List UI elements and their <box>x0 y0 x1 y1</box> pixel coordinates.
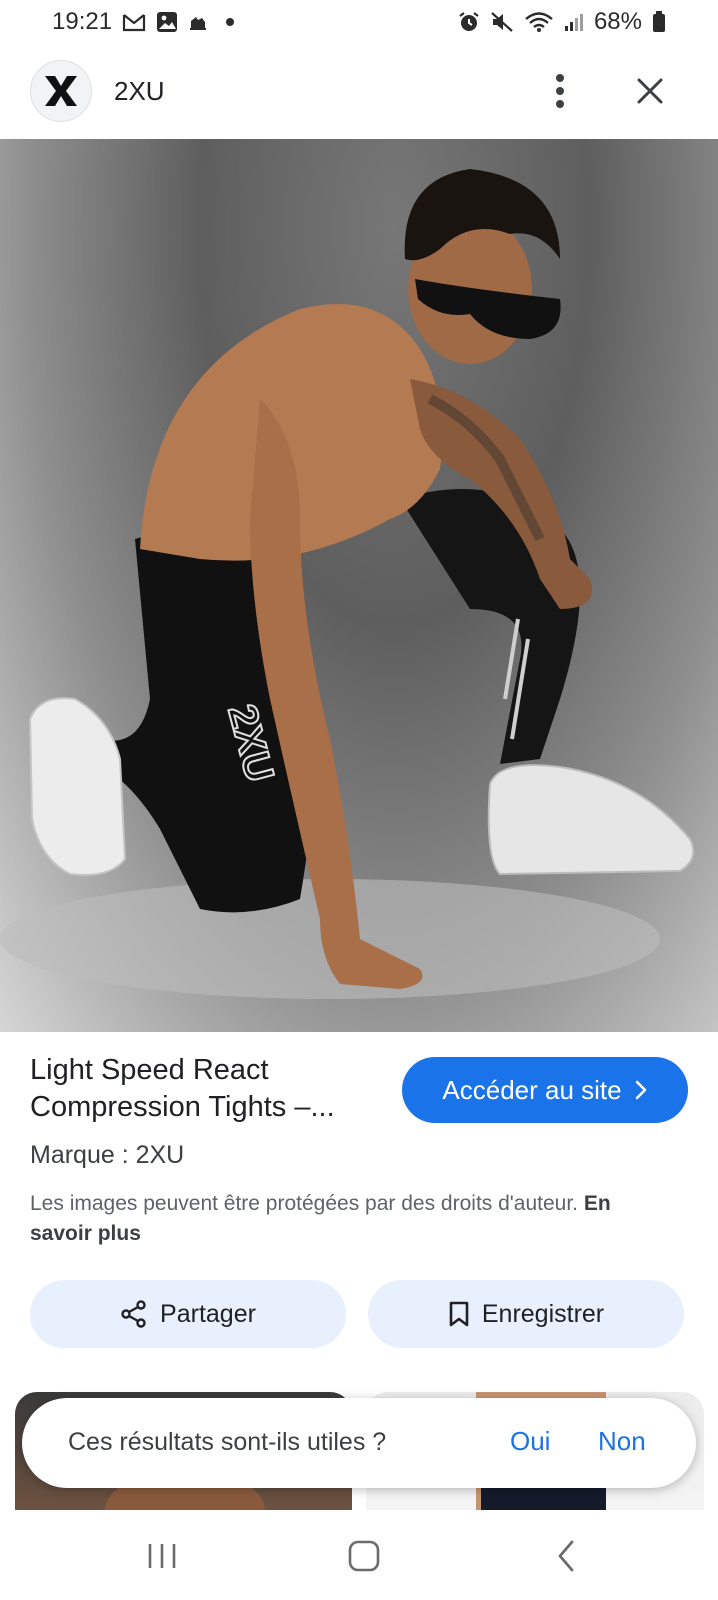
mute-icon <box>490 11 514 33</box>
more-options-button[interactable] <box>540 68 580 114</box>
notification-dot <box>226 18 235 26</box>
gallery-icon <box>156 11 178 33</box>
wifi-icon <box>524 11 554 33</box>
home-icon <box>348 1540 380 1572</box>
clock: 19:21 <box>52 8 113 35</box>
visit-site-label: Accéder au site <box>442 1074 622 1105</box>
site-logo[interactable] <box>30 60 92 122</box>
more-vert-icon <box>556 74 564 108</box>
visit-site-button[interactable]: Accéder au site <box>402 1057 688 1123</box>
bookmark-icon <box>449 1301 469 1327</box>
alarm-icon <box>458 11 480 33</box>
chevron-right-icon <box>635 1080 646 1100</box>
site-name[interactable]: 2XU <box>114 76 165 107</box>
athlete-illustration: 2XU <box>0 169 695 999</box>
x-logo-icon <box>45 76 77 106</box>
status-bar: 19:21 68% <box>0 0 718 44</box>
home-button[interactable] <box>334 1534 394 1578</box>
close-button[interactable] <box>626 68 674 114</box>
battery-icon <box>652 11 666 33</box>
feedback-question: Ces résultats sont-ils utiles ? <box>68 1428 387 1456</box>
share-label: Partager <box>160 1299 256 1328</box>
system-nav-bar <box>0 1510 718 1600</box>
copyright-text: Les images peuvent être protégées par de… <box>30 1192 579 1215</box>
recent-apps-button[interactable] <box>132 1534 192 1578</box>
save-label: Enregistrer <box>481 1299 605 1328</box>
back-button[interactable] <box>536 1534 596 1578</box>
share-button[interactable]: Partager <box>30 1280 346 1348</box>
status-left: 19:21 <box>52 8 235 36</box>
brand-label: Marque : 2XU <box>30 1141 185 1169</box>
app-icon <box>188 12 208 32</box>
feedback-yes-button[interactable]: Oui <box>504 1422 556 1461</box>
close-icon <box>637 78 663 104</box>
back-icon <box>558 1540 574 1572</box>
signal-icon <box>564 12 584 32</box>
recent-apps-icon <box>148 1544 176 1568</box>
feedback-no-button[interactable]: Non <box>592 1422 652 1461</box>
product-image[interactable]: 2XU <box>0 139 718 1032</box>
save-button[interactable]: Enregistrer <box>368 1280 684 1348</box>
header: 2XU <box>0 56 718 136</box>
share-icon <box>121 1300 146 1328</box>
status-right: 68% <box>458 8 666 36</box>
battery-percent: 68% <box>593 8 642 35</box>
product-title[interactable]: Light Speed React Compression Tights –..… <box>30 1052 370 1126</box>
feedback-prompt: Ces résultats sont-ils utiles ? Oui Non <box>22 1398 696 1488</box>
copyright-notice: Les images peuvent être protégées par de… <box>30 1189 670 1249</box>
gmail-icon <box>122 12 146 32</box>
